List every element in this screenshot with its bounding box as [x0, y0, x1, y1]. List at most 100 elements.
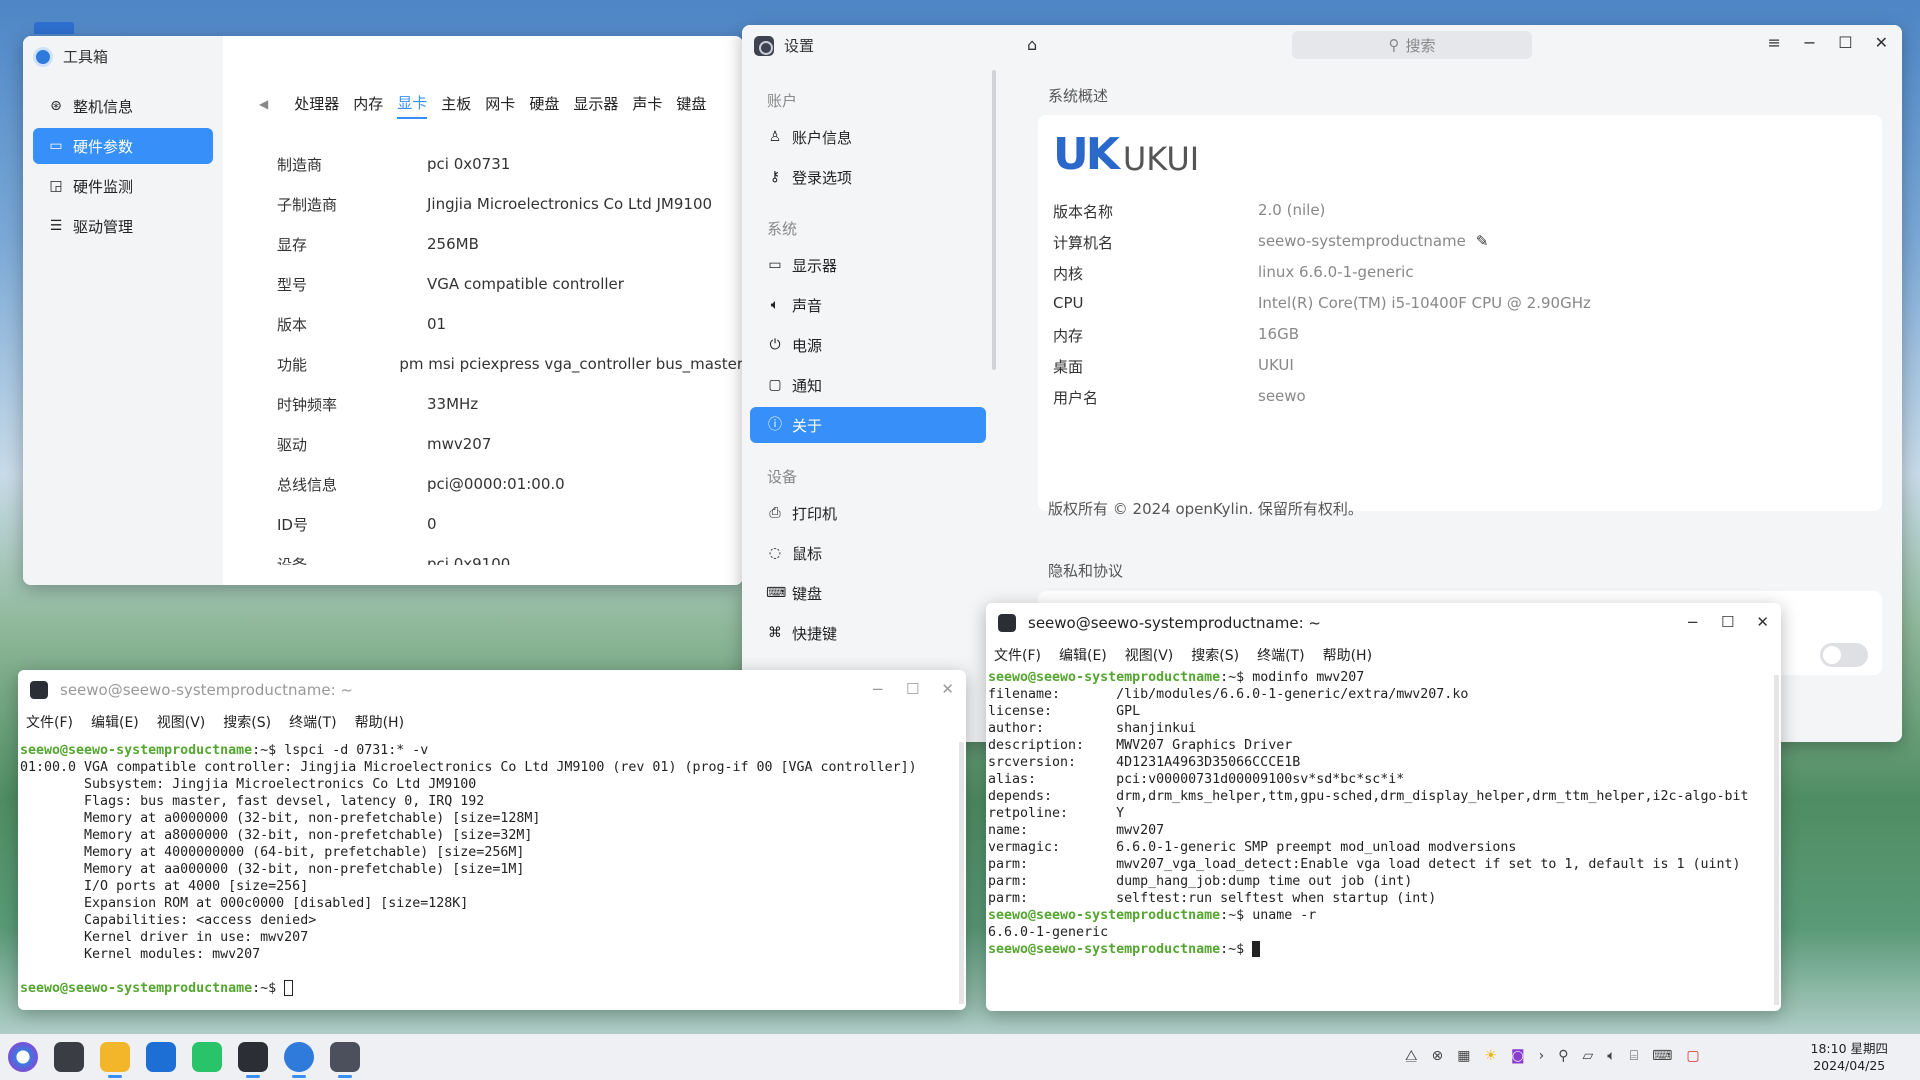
menu-icon[interactable]: ≡ [1767, 33, 1780, 52]
nav-item-overview[interactable]: ⊛ 整机信息 [33, 88, 213, 124]
taskbar: ⧋ ⊗ ▦ ☀ ◙ › ⚲ ▱ 🔈︎ ⌸ ⌨ ▢ 18:10 星期四 2024/… [0, 1034, 1920, 1080]
brightness-icon[interactable]: ☀ [1484, 1048, 1497, 1064]
menu-view[interactable]: 视图(V) [157, 712, 206, 732]
info-value: seewo [1258, 387, 1306, 405]
menu-search[interactable]: 搜索(S) [1191, 645, 1239, 665]
home-icon[interactable]: ⌂ [1027, 35, 1037, 54]
display-icon: ▭ [768, 257, 782, 273]
search-input[interactable]: ⚲ 搜索 [1292, 31, 1532, 59]
nav-item-driver-manager[interactable]: ☰ 驱动管理 [33, 208, 213, 244]
clock[interactable]: 18:10 星期四 2024/04/25 [1811, 1040, 1889, 1074]
key-icon: ⚷ [769, 169, 781, 185]
sidebar-item-display[interactable]: ▭ 显示器 [750, 247, 986, 283]
menu-file[interactable]: 文件(F) [994, 645, 1041, 665]
maximize-icon[interactable]: ☐ [1838, 33, 1852, 52]
terminal-output[interactable]: seewo@seewo-systemproductname:~$ modinfo… [988, 669, 1771, 958]
terminal-window-modinfo: seewo@seewo-systemproductname: ~ − ☐ ✕ 文… [986, 603, 1781, 1011]
toolbox-title: 工具箱 [63, 48, 109, 66]
sidebar-item-about[interactable]: ⓘ 关于 [750, 407, 986, 443]
info-value: linux 6.6.0-1-generic [1258, 263, 1414, 281]
running-indicator [246, 1075, 260, 1078]
settings-icon[interactable] [330, 1042, 360, 1078]
system-overview-card: UK UKUI 版本名称 2.0 (nile) 计算机名 seewo-systemp… [1038, 115, 1882, 511]
minimize-icon[interactable]: − [871, 680, 884, 698]
menu-terminal[interactable]: 终端(T) [1257, 645, 1304, 665]
notification-icon[interactable]: ▢ [1686, 1048, 1699, 1064]
nav-item-label: 硬件监测 [73, 177, 134, 196]
sidebar-item-label: 显示器 [792, 256, 838, 275]
file-manager-icon[interactable] [100, 1042, 130, 1078]
search-icon[interactable]: ⚲ [1558, 1048, 1568, 1064]
section-title-privacy: 隐私和协议 [1048, 562, 1124, 580]
menu-terminal[interactable]: 终端(T) [289, 712, 336, 732]
start-menu-icon[interactable] [8, 1042, 38, 1072]
terminal-scrollbar[interactable] [959, 742, 964, 1004]
close-icon[interactable]: ✕ [1756, 613, 1769, 631]
close-icon[interactable]: ✕ [941, 680, 954, 698]
nav-item-hardware-params[interactable]: ▭ 硬件参数 [33, 128, 213, 164]
sidebar-item-shortcuts[interactable]: ⌘ 快捷键 [750, 615, 986, 651]
mouse-icon: ◌ [768, 545, 782, 561]
edit-pencil-icon[interactable]: ✎ [1476, 232, 1489, 253]
minimize-icon[interactable]: − [1686, 613, 1699, 631]
menu-view[interactable]: 视图(V) [1125, 645, 1174, 665]
wechat-icon[interactable] [192, 1042, 222, 1072]
monitor-chart-icon: ◲ [49, 178, 63, 194]
privacy-toggle[interactable] [1820, 643, 1868, 667]
menu-search[interactable]: 搜索(S) [223, 712, 271, 732]
toolbox-titlebar: 工具箱 [33, 46, 108, 67]
info-key: 内存 [1053, 327, 1084, 345]
terminal-command: :~$ uname -r [1220, 908, 1317, 923]
hardware-details: 制造商 pci 0x0731 子制造商 Jingjia Microelectroni… [277, 144, 743, 565]
sidebar-item-printer[interactable]: ⎙ 打印机 [750, 495, 986, 531]
nav-item-hardware-monitor[interactable]: ◲ 硬件监测 [33, 168, 213, 204]
terminal-cursor [1252, 941, 1261, 957]
terminal-output[interactable]: seewo@seewo-systemproductname:~$ lspci -… [20, 742, 956, 997]
menu-edit[interactable]: 编辑(E) [1059, 645, 1107, 665]
sidebar-item-notification[interactable]: ▢ 通知 [750, 367, 986, 403]
input-method-icon[interactable]: ⌸ [1630, 1048, 1638, 1064]
terminal-title: seewo@seewo-systemproductname: ~ [1028, 614, 1321, 632]
toolbox-app-icon [33, 46, 53, 67]
sidebar-item-power[interactable]: ⏻ 电源 [750, 327, 986, 363]
menu-edit[interactable]: 编辑(E) [91, 712, 139, 732]
sidebar-item-sound[interactable]: 🔈︎ 声音 [750, 287, 986, 323]
detail-key: 驱动 [277, 435, 308, 454]
detail-value: 33MHz [427, 395, 479, 413]
sidebar-item-mouse[interactable]: ◌ 鼠标 [750, 535, 986, 571]
keyboard-icon[interactable]: ⌨ [1652, 1048, 1672, 1064]
clipboard-icon[interactable]: ▦ [1457, 1048, 1470, 1064]
about-icon: ⓘ [768, 417, 782, 433]
sidebar-scrollbar[interactable] [992, 70, 996, 370]
sidebar-item-login-options[interactable]: ⚷ 登录选项 [750, 159, 986, 195]
wps-writer-icon[interactable] [146, 1042, 176, 1072]
info-key: CPU [1053, 294, 1084, 312]
screenshot-icon[interactable]: ◙ [1511, 1048, 1525, 1064]
toolbox-icon[interactable] [284, 1042, 314, 1078]
desktop-icon[interactable] [34, 22, 74, 34]
menu-help[interactable]: 帮助(H) [1323, 645, 1372, 665]
menu-file[interactable]: 文件(F) [26, 712, 73, 732]
notebook-icon[interactable]: ▱ [1583, 1048, 1594, 1064]
sidebar-item-keyboard[interactable]: ⌨ 键盘 [750, 575, 986, 611]
close-icon[interactable]: ✕ [1875, 33, 1888, 52]
expand-arrow-icon[interactable]: › [1539, 1048, 1545, 1064]
terminal-scrollbar[interactable] [1774, 675, 1779, 1005]
menu-help[interactable]: 帮助(H) [355, 712, 404, 732]
vpn-icon[interactable]: ⊗ [1432, 1048, 1444, 1064]
multitask-view-icon[interactable] [54, 1042, 84, 1072]
clock-date: 2024/04/25 [1813, 1058, 1886, 1073]
terminal-prompt: seewo@seewo-systemproductname [988, 908, 1221, 923]
maximize-icon[interactable]: ☐ [1721, 613, 1734, 631]
terminal-icon[interactable] [238, 1042, 268, 1078]
volume-icon[interactable]: 🔈︎ [1607, 1048, 1615, 1064]
minimize-icon[interactable]: − [1803, 33, 1816, 52]
sidebar-item-label: 登录选项 [792, 168, 853, 187]
sidebar-item-label: 声音 [792, 296, 823, 315]
detail-value: 01 [427, 315, 447, 333]
detail-key: 功能 [277, 355, 308, 374]
detail-value: pci@0000:01:00.0 [427, 475, 565, 493]
maximize-icon[interactable]: ☐ [906, 680, 919, 698]
sidebar-item-account-info[interactable]: ♙ 账户信息 [750, 119, 986, 155]
network-icon[interactable]: ⧋ [1405, 1048, 1418, 1064]
